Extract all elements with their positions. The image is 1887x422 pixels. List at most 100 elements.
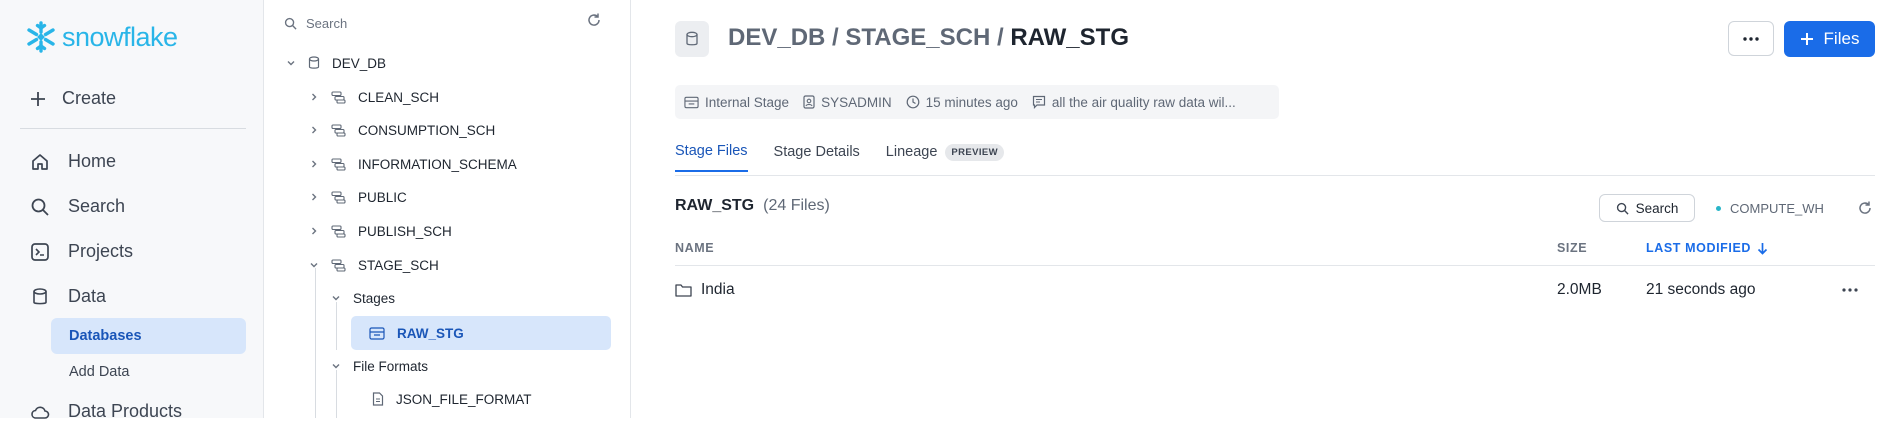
tree-schema-row[interactable]: CONSUMPTION_SCH [309, 117, 495, 143]
chevron-right-icon [309, 92, 321, 102]
table-header-divider [675, 265, 1875, 266]
warehouse-name: COMPUTE_WH [1730, 201, 1824, 216]
stage-object-icon-box [675, 21, 709, 57]
more-actions-button[interactable] [1728, 21, 1774, 56]
file-count: (24 Files) [763, 197, 830, 214]
create-button[interactable]: Create [30, 88, 116, 109]
files-button-label: Files [1823, 29, 1860, 48]
projects-icon [31, 242, 49, 261]
stage-metadata-bar: Internal Stage SYSADMIN 15 minutes ago a… [675, 85, 1279, 119]
tree-guide-line [315, 268, 316, 418]
refresh-icon [1859, 201, 1871, 214]
tree-stage-raw-stg[interactable]: RAW_STG [351, 316, 611, 350]
nav-divider [20, 128, 246, 129]
tree-search-placeholder: Search [306, 15, 348, 31]
meta-owner: SYSADMIN [803, 95, 892, 110]
breadcrumb-schema[interactable]: STAGE_SCH [845, 24, 990, 51]
tab-bar: Stage Files Stage Details Lineage PREVIE… [675, 143, 1005, 172]
snowflake-icon [27, 21, 55, 53]
nav-label: Data [68, 286, 107, 306]
tree-label: DEV_DB [332, 55, 387, 71]
warehouse-status-dot [1716, 206, 1721, 211]
chevron-right-icon [309, 192, 321, 202]
table-row[interactable]: India 2.0MB 21 seconds ago [675, 272, 1875, 308]
column-header-size[interactable]: SIZE [1557, 241, 1587, 255]
meta-time-label: 15 minutes ago [925, 94, 1018, 110]
tab-label: Stage Details [773, 144, 860, 160]
breadcrumb-separator: / [832, 24, 839, 51]
nav-item-data[interactable]: Data [30, 286, 106, 307]
tree-label: PUBLIC [358, 189, 407, 205]
ellipsis-icon [1743, 36, 1759, 41]
tree-schema-row[interactable]: PUBLIC [309, 184, 407, 210]
breadcrumb-db[interactable]: DEV_DB [728, 24, 825, 51]
plus-icon [31, 91, 45, 106]
tab-stage-details[interactable]: Stage Details [774, 143, 860, 172]
tree-schema-row[interactable]: CLEAN_SCH [309, 84, 439, 110]
owner-badge-icon [803, 95, 815, 109]
nav-item-search[interactable]: Search [30, 196, 125, 217]
tree-label: File Formats [353, 358, 429, 374]
tab-stage-files[interactable]: Stage Files [675, 143, 748, 172]
file-list-header: RAW_STG (24 Files) [675, 197, 830, 215]
schema-icon [331, 190, 346, 204]
nav-label: Data Products [68, 401, 183, 421]
tree-file-format-row[interactable]: JSON_FILE_FORMAT [372, 386, 532, 412]
nav-item-data-products[interactable]: Data Products [30, 401, 182, 422]
tree-search-input[interactable]: Search [284, 12, 614, 34]
column-header-last-modified[interactable]: LAST MODIFIED [1646, 241, 1768, 255]
refresh-files-button[interactable] [1857, 200, 1873, 216]
tree-schema-row[interactable]: STAGE_SCH [309, 252, 439, 278]
create-label: Create [62, 88, 117, 108]
search-icon [284, 17, 297, 30]
tree-label: RAW_STG [397, 325, 464, 341]
search-files-button[interactable]: Search [1599, 194, 1695, 222]
chevron-right-icon [309, 159, 321, 169]
row-actions-button[interactable] [1842, 288, 1858, 292]
tree-database-row[interactable]: DEV_DB [286, 50, 386, 76]
refresh-icon [588, 13, 600, 26]
meta-comment-label: all the air quality raw data wil... [1051, 94, 1236, 110]
column-header-name[interactable]: NAME [675, 241, 714, 255]
file-format-icon [372, 392, 384, 406]
folder-icon [675, 284, 692, 297]
meta-comment[interactable]: all the air quality raw data wil... [1032, 95, 1236, 110]
tree-guide-line [336, 370, 337, 418]
nav-sub-add-data[interactable]: Add Data [51, 354, 246, 390]
tab-label: Lineage [885, 144, 938, 160]
nav-label: Projects [68, 241, 134, 261]
nav-item-projects[interactable]: Projects [30, 241, 133, 262]
tree-schema-row[interactable]: PUBLISH_SCH [309, 218, 452, 244]
database-icon [308, 56, 320, 70]
arrow-down-icon [1757, 242, 1768, 255]
tree-guide-line [336, 302, 337, 350]
file-name[interactable]: India [701, 281, 735, 299]
warehouse-selector[interactable]: COMPUTE_WH [1716, 201, 1824, 216]
tree-file-formats-group[interactable]: File Formats [331, 353, 428, 379]
page-title-breadcrumb: DEV_DB / STAGE_SCH / RAW_STG [728, 24, 1129, 52]
meta-time: 15 minutes ago [906, 95, 1018, 110]
nav-label: Home [68, 151, 117, 171]
schema-icon [331, 123, 346, 137]
home-icon [32, 153, 48, 170]
object-tree-panel: Search DEV_DB CLEAN_SCH CONSUMPTION_SCH … [264, 0, 631, 418]
snowflake-logo[interactable]: snowflake [24, 20, 178, 54]
search-icon [1616, 202, 1629, 215]
stage-icon [369, 326, 385, 340]
main-content: DEV_DB / STAGE_SCH / RAW_STG Files Inter… [631, 0, 1887, 418]
nav-label: Search [68, 196, 126, 216]
tree-label: CONSUMPTION_SCH [358, 122, 496, 138]
refresh-tree-button[interactable] [586, 12, 602, 28]
tree-label: STAGE_SCH [358, 257, 439, 273]
tree-schema-row[interactable]: INFORMATION_SCHEMA [309, 151, 517, 177]
breadcrumb-object: RAW_STG [1010, 24, 1129, 51]
tree-label: Stages [353, 290, 396, 306]
add-files-button[interactable]: Files [1784, 21, 1875, 57]
tab-lineage[interactable]: Lineage PREVIEW [885, 143, 1005, 172]
meta-type-label: Internal Stage [705, 94, 790, 110]
nav-sub-databases[interactable]: Databases [51, 318, 246, 354]
nav-item-home[interactable]: Home [30, 151, 116, 172]
breadcrumb-separator: / [996, 24, 1004, 51]
tab-label: Stage Files [675, 143, 748, 159]
tree-stages-group[interactable]: Stages [331, 285, 395, 311]
